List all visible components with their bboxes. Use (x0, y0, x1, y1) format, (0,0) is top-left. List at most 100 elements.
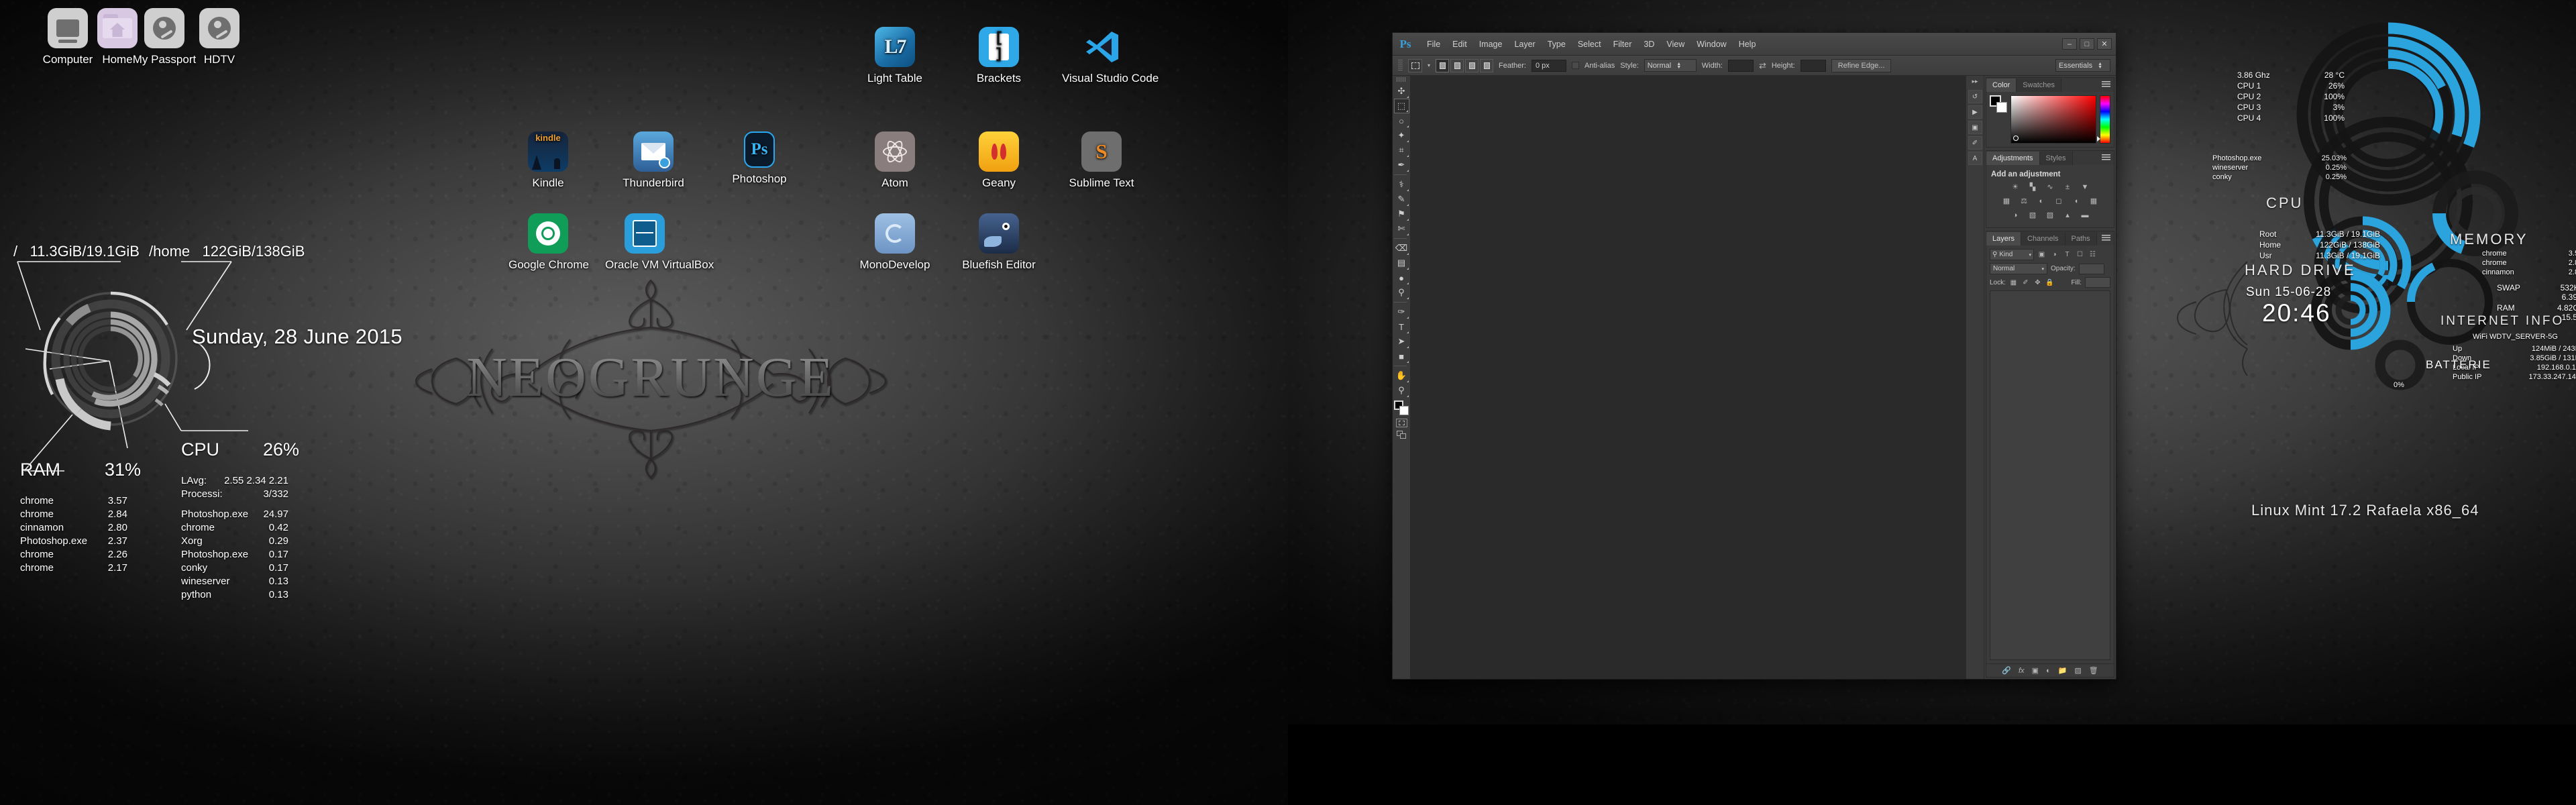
lock-position-icon[interactable]: ✥ (2033, 278, 2042, 287)
menu-type[interactable]: Type (1542, 38, 1572, 51)
layer-lock-row[interactable]: Lock: ▦ ✐ ✥ 🔒 Fill: (1990, 277, 2110, 288)
intersect-selection-button[interactable] (1480, 58, 1494, 72)
path-selection-tool[interactable]: ➤ (1394, 334, 1409, 349)
pen-tool[interactable]: ✑ (1394, 305, 1409, 319)
type-filter-icon[interactable]: T (2062, 250, 2072, 260)
dodge-tool[interactable]: ⚲ (1394, 285, 1409, 300)
tab-layers[interactable]: Layers (1986, 232, 2022, 246)
menu-view[interactable]: View (1660, 38, 1690, 51)
new-selection-button[interactable] (1436, 58, 1450, 72)
active-tool-icon[interactable] (1408, 58, 1422, 72)
hue-slider-handle[interactable] (2097, 136, 2100, 142)
eraser-tool[interactable]: ⌫ (1394, 241, 1409, 256)
background-color-chip[interactable] (1996, 102, 2007, 113)
desktop-icon-visual-studio-code[interactable]: Visual Studio Code (1062, 27, 1159, 85)
add-to-selection-button[interactable] (1450, 58, 1464, 72)
exposure-icon[interactable]: ± (2062, 182, 2074, 192)
brush-tool[interactable]: ✎ (1394, 192, 1409, 207)
panel-menu-icon[interactable] (2102, 81, 2110, 88)
tool-preset-chevron-icon[interactable]: ▾ (1428, 62, 1430, 68)
eyedropper-tool[interactable]: ✒ (1394, 158, 1409, 172)
blend-mode-select[interactable]: Normal ▾ (1990, 263, 2047, 274)
desktop-icon-sublime-text[interactable]: S Sublime Text (1062, 131, 1141, 190)
selective-color-icon[interactable]: ▴ (2062, 210, 2074, 220)
clone-stamp-tool[interactable]: ⚑ (1394, 207, 1409, 221)
layer-blend-row[interactable]: Normal ▾ Opacity: (1990, 263, 2110, 274)
threshold-icon[interactable]: ▨ (2045, 210, 2056, 220)
menu-3d[interactable]: 3D (1638, 38, 1660, 51)
adjustment-layer-icon[interactable]: ◐ (2046, 667, 2051, 675)
delete-layer-icon[interactable]: 🗑 (2089, 666, 2098, 675)
color-balance-icon[interactable]: ⚖ (2019, 196, 2030, 206)
photoshop-options-bar[interactable]: ▾ Feather: 0 px Anti-alias Style: Normal… (1393, 56, 2116, 76)
desktop-icon-light-table[interactable]: L7 Light Table (855, 27, 934, 85)
style-select[interactable]: Normal ▲ ▼ (1644, 59, 1697, 72)
layer-mask-icon[interactable]: ▣ (2032, 666, 2039, 675)
color-panel-body[interactable] (1986, 92, 2114, 147)
desktop-icon-monodevelop[interactable]: MonoDevelop (855, 213, 934, 272)
swap-dimensions-icon[interactable]: ⇄ (1759, 60, 1766, 71)
color-field[interactable] (2010, 95, 2096, 144)
crop-tool[interactable]: ⌗ (1394, 143, 1409, 158)
desktop-icon-kindle[interactable]: kindle Kindle (508, 131, 588, 190)
history-panel-icon[interactable]: ↺ (1968, 90, 1982, 103)
tab-adjustments[interactable]: Adjustments (1986, 152, 2040, 165)
foreground-background-color-swatches[interactable] (1394, 400, 1409, 415)
fill-input[interactable] (2085, 277, 2110, 288)
desktop-icon-atom[interactable]: Atom (855, 131, 934, 190)
pixel-filter-icon[interactable]: ▣ (2037, 250, 2047, 260)
new-layer-icon[interactable]: ▧ (2074, 666, 2081, 675)
marquee-tool[interactable]: ⬚ (1393, 99, 1409, 113)
layers-panel-footer[interactable]: 🔗 fx ▣ ◐ 📁 ▧ 🗑 (1986, 663, 2114, 677)
hand-tool[interactable]: ✋ (1394, 368, 1409, 383)
color-panel-header[interactable]: Color Swatches (1986, 78, 2114, 92)
options-bar-grip[interactable] (1398, 59, 1403, 72)
channel-mixer-icon[interactable]: ◖ (2071, 196, 2082, 206)
brush-panel-icon[interactable]: ✐ (1968, 136, 1982, 150)
color-lookup-icon[interactable]: ▦ (2088, 196, 2100, 206)
expand-panels-icon[interactable]: ▸▸ (1972, 78, 1978, 85)
smart-object-filter-icon[interactable]: ☷ (2088, 250, 2098, 260)
healing-brush-tool[interactable]: ⚕ (1394, 177, 1409, 192)
adjustments-panel-body[interactable]: Add an adjustment ☀ ▚ ∿ ± ▼ ▦ ⚖ ◐ ◻ ◖ ▦ … (1986, 165, 2114, 227)
tab-swatches[interactable]: Swatches (2017, 78, 2061, 92)
gradient-tool[interactable]: ▤ (1394, 256, 1409, 270)
desktop-icon-google-chrome[interactable]: Google Chrome (508, 213, 589, 272)
zoom-tool[interactable]: ⚲ (1394, 383, 1409, 398)
posterize-icon[interactable]: ▧ (2027, 210, 2039, 220)
adjustments-panel[interactable]: Adjustments Styles Add an adjustment ☀ ▚… (1986, 150, 2114, 228)
color-chips[interactable] (1990, 95, 2007, 113)
shape-filter-icon[interactable]: ☐ (2075, 250, 2085, 260)
shape-tool[interactable]: ■ (1394, 349, 1409, 364)
layer-list[interactable] (1990, 290, 2110, 660)
feather-input[interactable]: 0 px (1531, 59, 1566, 72)
menu-filter[interactable]: Filter (1607, 38, 1638, 51)
levels-icon[interactable]: ▚ (2027, 182, 2039, 192)
screen-mode-toggle[interactable] (1396, 431, 1407, 439)
desktop-icon-virtualbox[interactable]: Oracle VM VirtualBox (605, 213, 714, 272)
anti-alias-checkbox[interactable] (1571, 62, 1579, 69)
photoshop-window[interactable]: Ps File Edit Image Layer Type Select Filter 3D V… (1392, 32, 2116, 680)
layer-kind-select[interactable]: ⚲ Kind ▾ (1990, 249, 2034, 260)
photoshop-menubar[interactable]: File Edit Image Layer Type Select Filter 3D View… (1421, 38, 1762, 51)
adjustments-row-1[interactable]: ☀ ▚ ∿ ± ▼ (1990, 182, 2110, 192)
tab-color[interactable]: Color (1986, 78, 2017, 92)
menu-select[interactable]: Select (1572, 38, 1607, 51)
color-panel[interactable]: Color Swatches (1986, 77, 2114, 148)
menu-file[interactable]: File (1421, 38, 1446, 51)
height-input[interactable] (1800, 59, 1826, 72)
invert-icon[interactable]: ◑ (2010, 210, 2021, 220)
brightness-contrast-icon[interactable]: ☀ (2010, 182, 2021, 192)
desktop-icon-geany[interactable]: Geany (959, 131, 1038, 190)
desktop-icon-thunderbird[interactable]: Thunderbird (614, 131, 693, 190)
width-input[interactable] (1727, 59, 1754, 72)
adjustment-filter-icon[interactable]: ◑ (2049, 250, 2059, 260)
photoshop-panels[interactable]: Color Swatches Adjustments Styles Add an… (1984, 76, 2116, 679)
menu-help[interactable]: Help (1733, 38, 1762, 51)
new-group-icon[interactable]: 📁 (2058, 666, 2068, 675)
opacity-input[interactable] (2078, 263, 2104, 274)
layers-panel-header[interactable]: Layers Channels Paths (1986, 231, 2114, 246)
layers-panel-body[interactable]: ⚲ Kind ▾ ▣ ◑ T ☐ ☷ Normal ▾ Opacity: Loc… (1986, 246, 2114, 663)
background-color-swatch[interactable] (1399, 406, 1409, 415)
history-brush-tool[interactable]: ✄ (1394, 221, 1409, 236)
